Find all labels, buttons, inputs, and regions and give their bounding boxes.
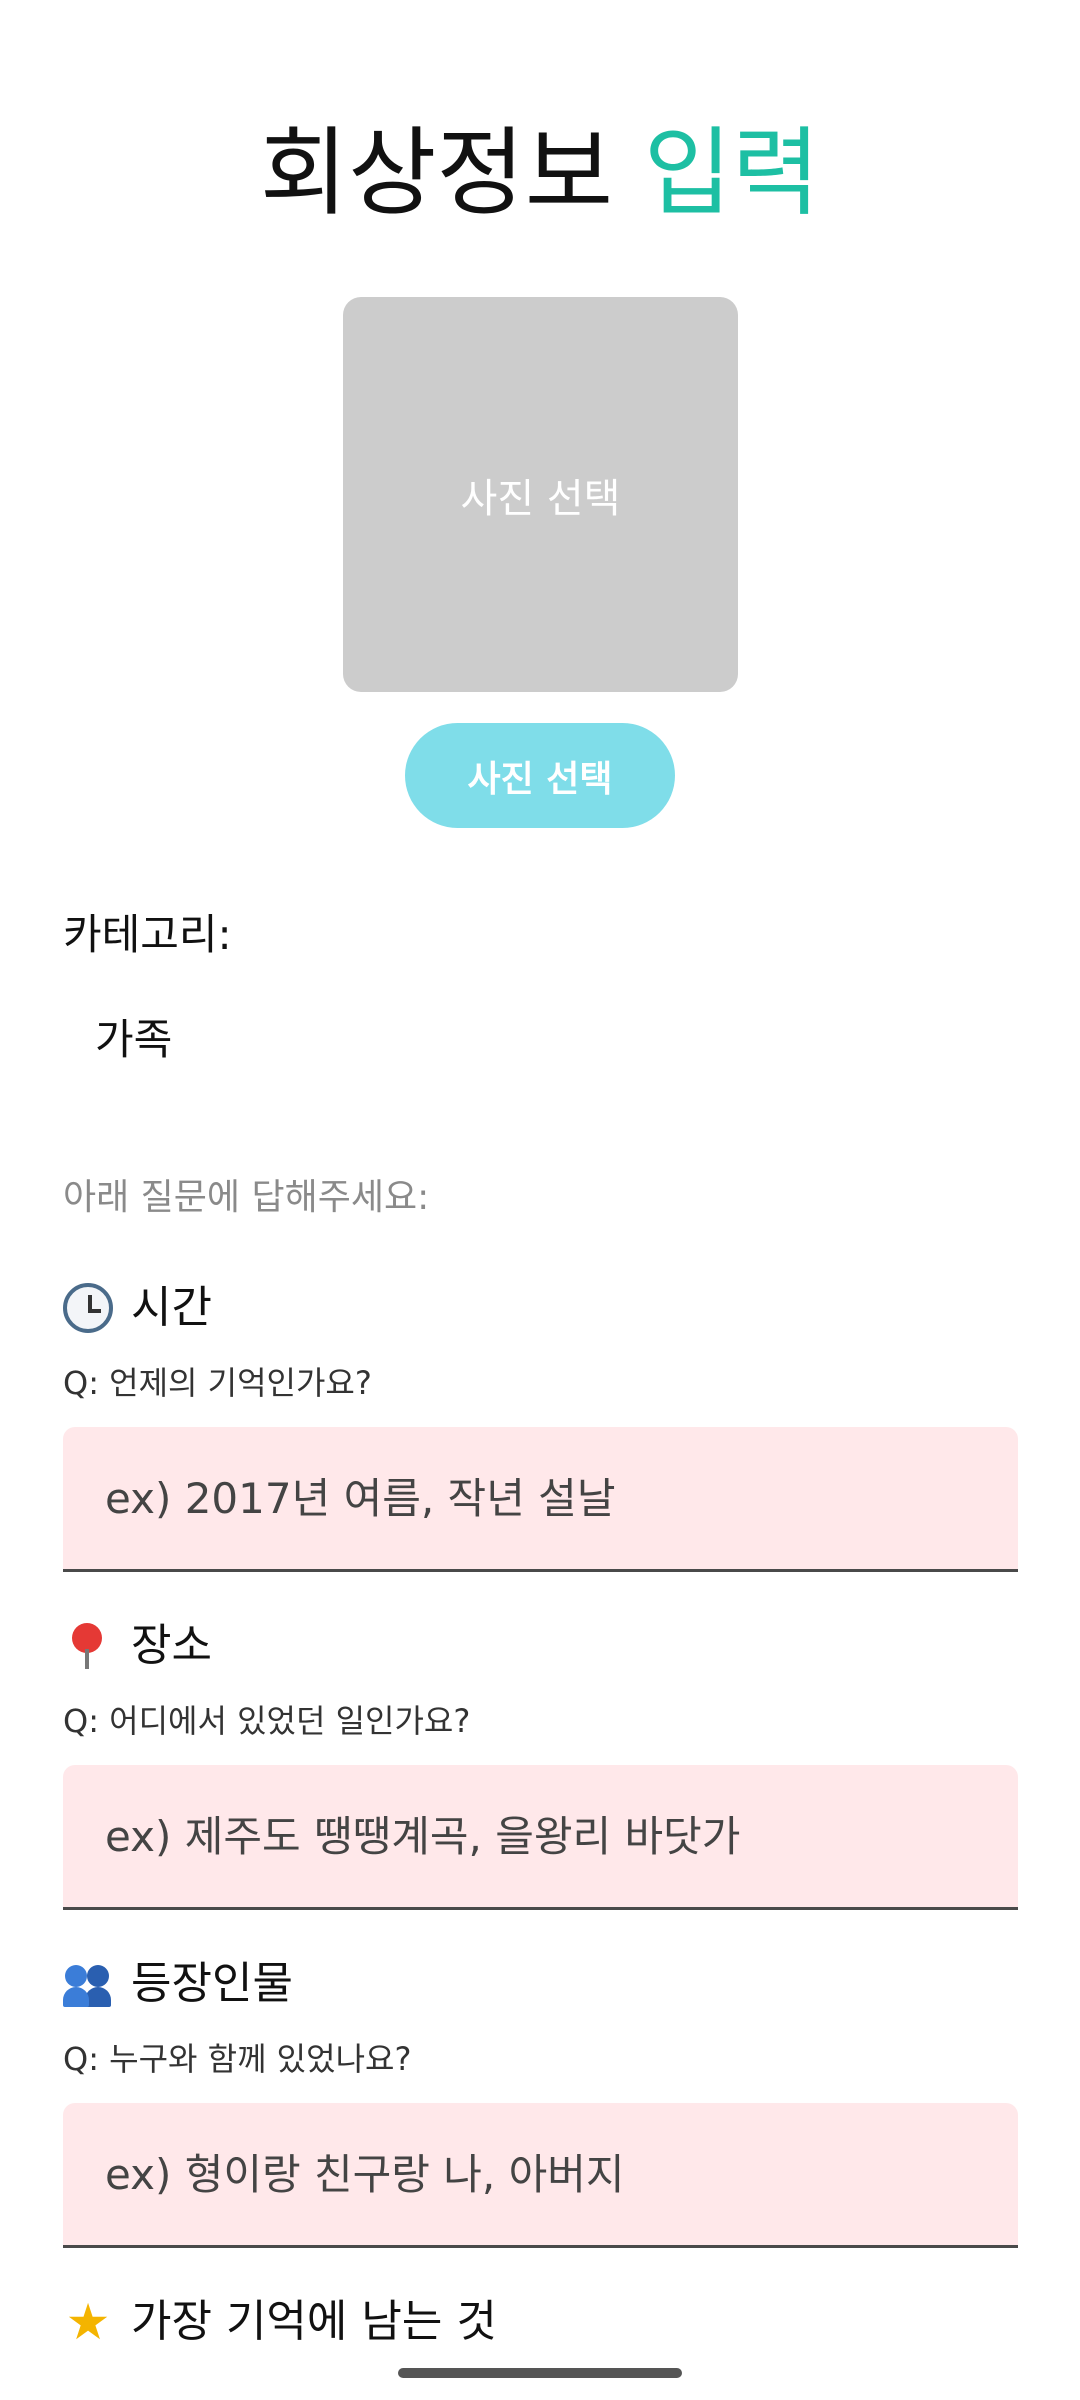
people-section-heading: 등장인물 (63, 1953, 293, 2015)
category-label: 카테고리: (63, 910, 232, 959)
time-field[interactable] (63, 1427, 1018, 1572)
home-indicator[interactable] (398, 2368, 682, 2378)
place-section-heading: 장소 (63, 1615, 212, 1677)
people-icon (63, 1959, 113, 2009)
photo-preview-label: 사진 선택 (460, 475, 621, 522)
title-accent: 입력 (643, 117, 821, 229)
category-value[interactable]: 가족 (95, 1010, 172, 1070)
people-question: Q: 누구와 함께 있었나요? (63, 2040, 412, 2078)
people-field[interactable] (63, 2103, 1018, 2248)
photo-preview[interactable]: 사진 선택 (343, 297, 738, 692)
time-section-heading: 시간 (63, 1277, 212, 1339)
place-input[interactable] (63, 1765, 1018, 1907)
title-main: 회상정보 (259, 117, 614, 229)
time-heading-label: 시간 (131, 1282, 212, 1333)
place-heading-label: 장소 (131, 1620, 212, 1671)
memorable-section-heading: ★ 가장 기억에 남는 것 (63, 2291, 497, 2353)
time-question: Q: 언제의 기억인가요? (63, 1364, 372, 1402)
people-input[interactable] (63, 2103, 1018, 2245)
place-field[interactable] (63, 1765, 1018, 1910)
select-photo-button[interactable]: 사진 선택 (405, 723, 675, 828)
star-icon: ★ (65, 2293, 111, 2351)
memorable-heading-label: 가장 기억에 남는 것 (131, 2296, 497, 2347)
page-title: 회상정보 입력 (0, 108, 1080, 238)
pin-icon (63, 1621, 113, 1671)
place-question: Q: 어디에서 있었던 일인가요? (63, 1702, 471, 1740)
people-heading-label: 등장인물 (131, 1958, 293, 2009)
clock-icon (63, 1283, 113, 1333)
instruction-text: 아래 질문에 답해주세요: (63, 1177, 430, 1218)
time-input[interactable] (63, 1427, 1018, 1569)
